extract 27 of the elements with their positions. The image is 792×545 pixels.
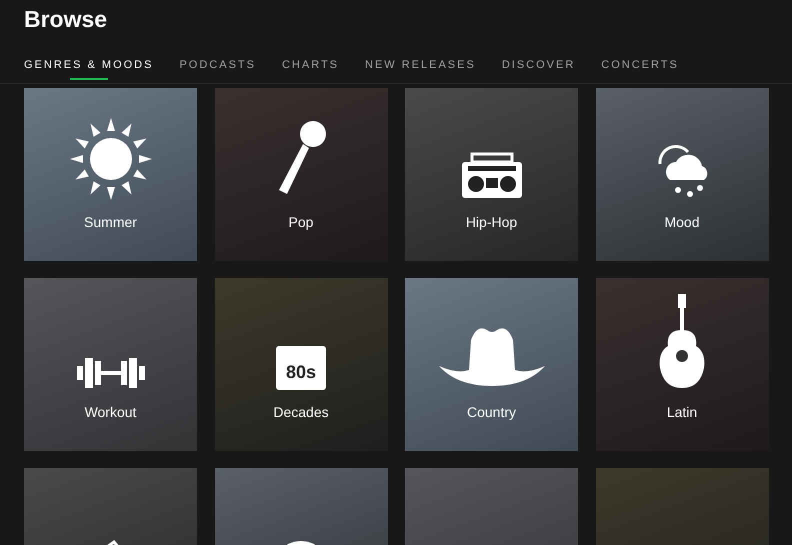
dumbbell-icon (74, 356, 146, 390)
boombox-icon (460, 152, 524, 200)
sun-icon (70, 118, 152, 200)
browse-tab[interactable]: NEW RELEASES (365, 59, 476, 83)
browse-tab[interactable]: PODCASTS (179, 59, 256, 83)
tile-label: Pop (288, 214, 314, 230)
tile-label: Decades (273, 404, 329, 420)
browse-tab[interactable]: DISCOVER (502, 59, 576, 83)
category-tile[interactable]: Summer (24, 88, 197, 261)
category-tile[interactable]: Mood (596, 88, 768, 261)
category-tile[interactable]: Hip-Hop (405, 88, 578, 261)
category-tile[interactable]: 80s Decades (214, 278, 388, 451)
tile-label: Summer (84, 214, 137, 230)
browse-tab[interactable]: CHARTS (282, 59, 340, 83)
category-tile[interactable]: Workout (24, 278, 197, 451)
tile-label: Workout (84, 404, 136, 420)
tile-label: Country (466, 404, 516, 420)
category-tile[interactable]: Pop (214, 88, 388, 261)
page-title: Browse (23, 5, 108, 33)
browse-tab[interactable]: CONCERTS (601, 59, 679, 83)
tile-label: Hip-Hop (466, 214, 518, 230)
tile-label: Mood (664, 214, 700, 230)
category-tile[interactable]: Latin (596, 278, 768, 451)
category-tile[interactable]: Country (405, 278, 578, 451)
decade-label: 80s (286, 362, 316, 382)
browse-tab[interactable]: GENRES & MOODS (24, 59, 154, 83)
tile-label: Latin (666, 404, 698, 420)
